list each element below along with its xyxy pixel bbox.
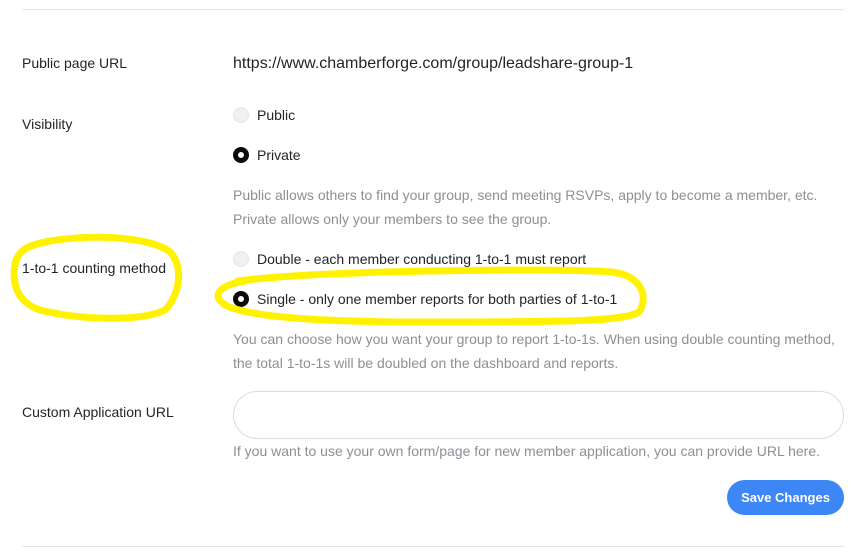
counting-option-double[interactable]: Double - each member conducting 1-to-1 m…	[233, 251, 586, 267]
highlight-circle-counting-label	[10, 233, 183, 322]
radio-public-label: Public	[257, 107, 296, 123]
visibility-help-line-1: Public allows others to find your group,…	[233, 187, 818, 203]
radio-private-label: Private	[257, 147, 301, 163]
radio-private[interactable]	[233, 147, 249, 163]
visibility-label: Visibility	[22, 116, 73, 132]
counting-help-line-1: You can choose how you want your group t…	[233, 331, 835, 347]
radio-double[interactable]	[233, 251, 249, 267]
counting-method-label: 1-to-1 counting method	[22, 260, 166, 276]
radio-public[interactable]	[233, 107, 249, 123]
bottom-divider	[22, 546, 844, 547]
radio-single-label: Single - only one member reports for bot…	[257, 291, 618, 307]
public-url-label: Public page URL	[22, 55, 128, 71]
radio-single[interactable]	[233, 291, 249, 307]
visibility-option-public[interactable]: Public	[233, 107, 295, 123]
radio-double-label: Double - each member conducting 1-to-1 m…	[257, 251, 587, 267]
counting-option-single[interactable]: Single - only one member reports for bot…	[233, 291, 617, 307]
visibility-help-line-2: Private allows only your members to see …	[233, 211, 552, 227]
save-changes-button[interactable]: Save Changes	[727, 480, 844, 515]
public-url-value: https://www.chamberforge.com/group/leads…	[233, 55, 634, 72]
counting-help-line-2: the total 1-to-1s will be doubled on the…	[233, 355, 619, 371]
top-divider	[22, 9, 844, 10]
custom-app-url-input[interactable]	[233, 391, 844, 439]
custom-app-url-help: If you want to use your own form/page fo…	[233, 443, 821, 459]
highlight-annotations	[10, 233, 647, 326]
visibility-option-private[interactable]: Private	[233, 147, 301, 163]
custom-app-url-label: Custom Application URL	[22, 404, 174, 420]
